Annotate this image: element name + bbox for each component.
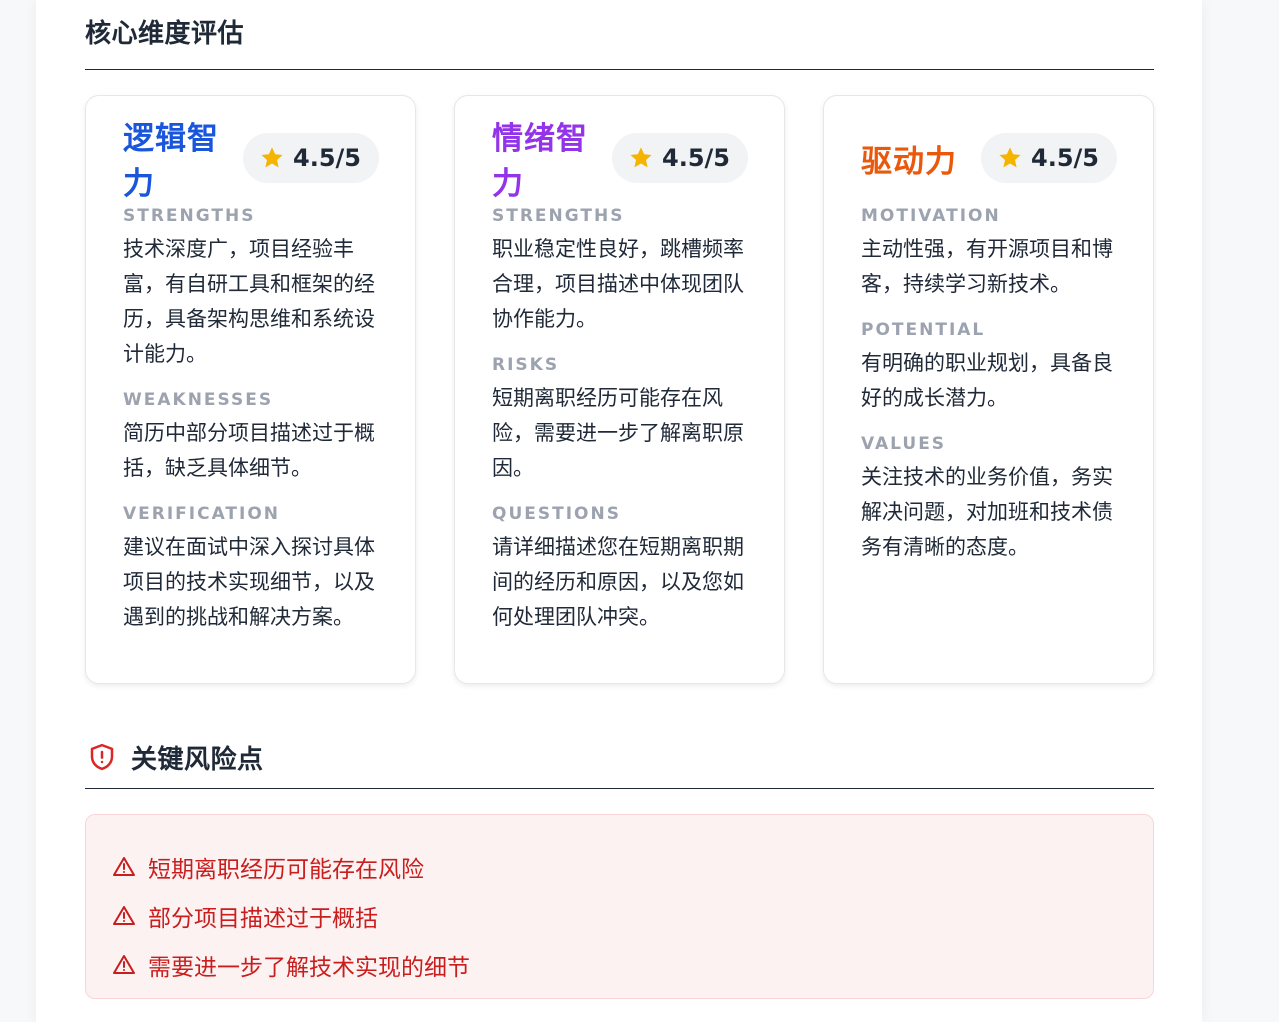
section-text: 建议在面试中深入探讨具体项目的技术实现细节，以及遇到的挑战和解决方案。 [123,535,375,629]
rating-badge: 4.5/5 [243,133,379,183]
section-label: STRENGTHS [123,206,256,226]
risk-text: 部分项目描述过于概括 [148,905,378,932]
star-icon [630,147,652,168]
rating-value: 4.5/5 [293,144,361,172]
dimension-cards: 逻辑智力 4.5/5 STRENGTHS 技术深度广，项目经验丰富，有自研工具和… [85,95,1154,684]
rating-value: 4.5/5 [1031,144,1099,172]
section-label: MOTIVATION [861,206,1001,226]
warning-triangle-icon [113,905,135,925]
section-text: 主动性强，有开源项目和博客，持续学习新技术。 [861,237,1113,296]
risk-item: 需要进一步了解技术实现的细节 [112,940,1153,989]
section-label: POTENTIAL [861,320,986,340]
section-label: VERIFICATION [123,504,281,524]
section-text: 有明确的职业规划，具备良好的成长潜力。 [861,351,1113,410]
section-text: 技术深度广，项目经验丰富，有自研工具和框架的经历，具备架构思维和系统设计能力。 [123,237,375,366]
section-label: RISKS [492,355,560,375]
card-title: 情绪智力 [492,121,588,202]
risk-item: 短期离职经历可能存在风险 [112,842,1153,891]
section-text: 短期离职经历可能存在风险，需要进一步了解离职原因。 [492,386,744,480]
star-icon [261,147,283,168]
section-text: 请详细描述您在短期离职期间的经历和原因，以及您如何处理团队冲突。 [492,535,744,629]
content: 核心维度评估 逻辑智力 4.5/5 STRENGTHS 技术深度广，项目经验丰富… [85,0,1154,999]
section-label: WEAKNESSES [123,390,274,410]
section-label: STRENGTHS [492,206,625,226]
risk-list: 短期离职经历可能存在风险 部分项目描述过于概括 需要进一步了解技术实现的细节 [85,814,1154,999]
section-label: VALUES [861,434,947,454]
card-emotional-intelligence: 情绪智力 4.5/5 STRENGTHS 职业稳定性良好，跳槽频率合理，项目描述… [454,95,785,684]
shield-alert-icon [90,743,114,771]
risk-item: 部分项目描述过于概括 [112,891,1153,940]
section-text: 职业稳定性良好，跳槽频率合理，项目描述中体现团队协作能力。 [492,237,744,331]
section-label: QUESTIONS [492,504,621,524]
rating-badge: 4.5/5 [612,133,748,183]
page-panel: 核心维度评估 逻辑智力 4.5/5 STRENGTHS 技术深度广，项目经验丰富… [36,0,1202,1022]
card-logical-intelligence: 逻辑智力 4.5/5 STRENGTHS 技术深度广，项目经验丰富，有自研工具和… [85,95,416,684]
star-icon [999,147,1021,168]
risk-text: 需要进一步了解技术实现的细节 [148,954,470,981]
warning-triangle-icon [113,954,135,974]
warning-triangle-icon [113,856,135,876]
rating-value: 4.5/5 [662,144,730,172]
key-risks-title: 关键风险点 [131,744,264,775]
card-title: 驱动力 [861,143,957,180]
card-drive: 驱动力 4.5/5 MOTIVATION 主动性强，有开源项目和博客，持续学习新… [823,95,1154,684]
section-text: 简历中部分项目描述过于概括，缺乏具体细节。 [123,421,375,480]
card-title: 逻辑智力 [123,121,219,202]
rating-badge: 4.5/5 [981,133,1117,183]
core-dimensions-header: 核心维度评估 [85,0,1154,70]
key-risks-header: 关键风险点 [85,726,1154,789]
core-dimensions-title: 核心维度评估 [85,19,245,49]
section-text: 关注技术的业务价值，务实解决问题，对加班和技术债务有清晰的态度。 [861,465,1113,559]
risk-text: 短期离职经历可能存在风险 [148,856,424,883]
